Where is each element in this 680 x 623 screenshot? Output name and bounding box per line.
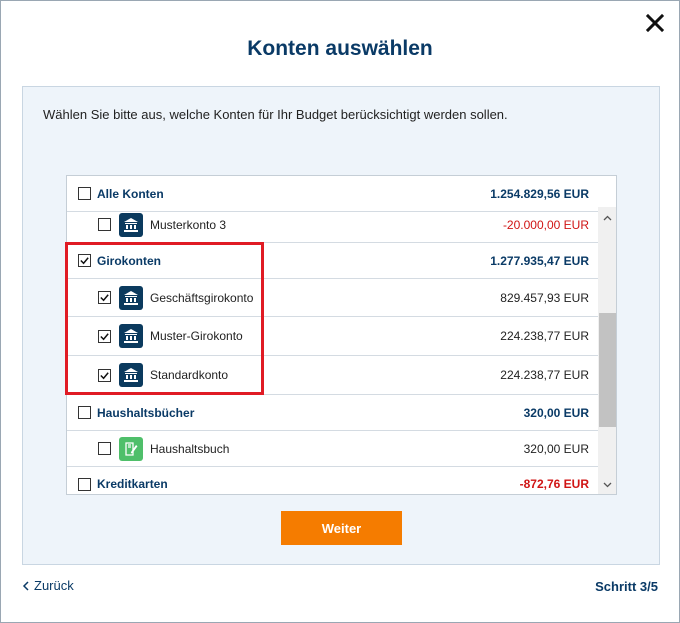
dialog-title: Konten auswählen	[247, 37, 433, 60]
account-amount: 320,00 EUR	[523, 441, 589, 456]
account-amount: -20.000,00 EUR	[502, 217, 589, 232]
account-amount: 829.457,93 EUR	[500, 290, 589, 305]
chevron-left-icon	[22, 580, 29, 591]
bank-icon	[119, 363, 143, 387]
bank-icon	[119, 212, 143, 237]
group-row-kreditkarten[interactable]: Kreditkarten -872,76 EUR	[67, 466, 616, 494]
account-row-standardkonto[interactable]: Standardkonto 224.238,77 EUR	[67, 356, 598, 395]
account-label: Geschäftsgirokonto	[150, 290, 254, 305]
bank-icon	[119, 324, 143, 348]
content-panel: Wählen Sie bitte aus, welche Konten für …	[22, 86, 660, 565]
scroll-down-button[interactable]	[598, 476, 616, 493]
checkbox-girokonten[interactable]	[78, 254, 91, 267]
chevron-down-icon	[603, 482, 612, 487]
weiter-button[interactable]: Weiter	[281, 511, 402, 545]
scroll-thumb[interactable]	[599, 313, 616, 427]
close-button[interactable]	[643, 11, 667, 35]
group-row-haushaltsbuecher[interactable]: Haushaltsbücher 320,00 EUR	[67, 395, 616, 431]
account-list: Alle Konten 1.254.829,56 EUR Musterkonto…	[66, 175, 617, 495]
checkbox-musterkonto-3[interactable]	[98, 218, 111, 231]
group-label: Kreditkarten	[97, 477, 168, 491]
account-label: Standardkonto	[150, 368, 229, 382]
account-amount: 224.238,77 EUR	[500, 368, 589, 382]
account-row-geschaeftsgirokonto[interactable]: Geschäftsgirokonto 829.457,93 EUR	[67, 279, 598, 317]
account-row-muster-girokonto[interactable]: Muster-Girokonto 224.238,77 EUR	[67, 317, 598, 356]
group-amount: 1.254.829,56 EUR	[490, 186, 589, 201]
chevron-up-icon	[603, 215, 612, 220]
account-row-musterkonto-3[interactable]: Musterkonto 3 -20.000,00 EUR	[67, 207, 598, 243]
group-label: Haushaltsbücher	[97, 405, 195, 420]
bank-icon	[119, 285, 143, 310]
close-icon	[645, 13, 665, 33]
checkmark-icon	[100, 294, 109, 302]
checkmark-icon	[80, 257, 89, 265]
account-amount: 224.238,77 EUR	[500, 329, 589, 343]
checkmark-icon	[100, 332, 109, 340]
checkmark-icon	[100, 371, 109, 379]
checkbox-geschaeftsgirokonto[interactable]	[98, 291, 111, 304]
account-label: Haushaltsbuch	[150, 441, 230, 456]
back-label: Zurück	[34, 578, 74, 593]
group-label: Alle Konten	[97, 186, 164, 201]
account-row-haushaltsbuch[interactable]: Haushaltsbuch 320,00 EUR	[67, 431, 598, 467]
checkbox-haushaltsbuch[interactable]	[98, 442, 111, 455]
checkbox-muster-girokonto[interactable]	[98, 329, 111, 343]
list-scrollbar[interactable]	[598, 207, 616, 494]
account-label: Musterkonto 3	[150, 217, 227, 232]
step-indicator: Schritt 3/5	[595, 579, 658, 594]
group-label: Girokonten	[97, 253, 162, 268]
scroll-up-button[interactable]	[598, 209, 616, 226]
checkbox-kreditkarten[interactable]	[78, 477, 91, 491]
intro-text: Wählen Sie bitte aus, welche Konten für …	[43, 107, 508, 122]
account-label: Muster-Girokonto	[150, 329, 243, 343]
notebook-icon	[119, 436, 143, 461]
checkbox-all-accounts[interactable]	[78, 187, 91, 200]
account-selection-dialog: Konten auswählen Wählen Sie bitte aus, w…	[0, 0, 680, 623]
back-link[interactable]: Zurück	[22, 578, 74, 593]
group-row-girokonten[interactable]: Girokonten 1.277.935,47 EUR	[67, 243, 616, 279]
checkbox-haushaltsbuecher[interactable]	[78, 406, 91, 419]
checkbox-standardkonto[interactable]	[98, 368, 111, 382]
